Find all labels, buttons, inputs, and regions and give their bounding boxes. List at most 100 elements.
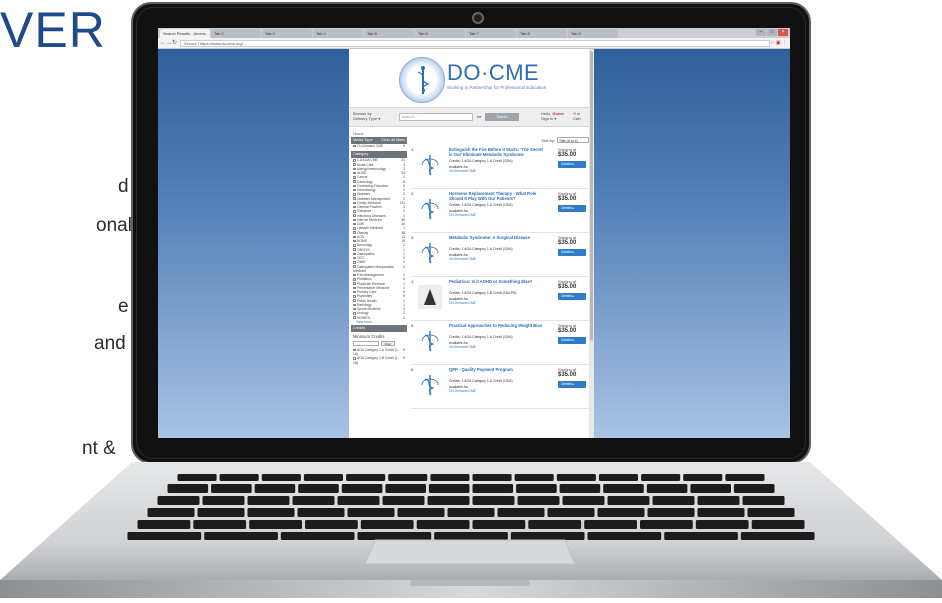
credit-item[interactable]: AOA Category 1-A Credit (1-1A) 5 <box>351 348 407 357</box>
checkbox-icon[interactable] <box>353 248 356 251</box>
breadcrumb[interactable]: Home <box>353 131 364 136</box>
filter-count: 5 <box>403 347 405 352</box>
checkbox-icon[interactable] <box>353 218 356 222</box>
checkbox-icon[interactable] <box>353 252 356 256</box>
result-title-link[interactable]: Pediatrics: Is it ADHD or Something Else… <box>449 279 544 284</box>
checkbox-icon[interactable] <box>353 159 356 162</box>
result-thumbnail-icon[interactable] <box>418 285 442 309</box>
availability-option-link[interactable]: On-Demand CME <box>449 257 476 261</box>
page-scrollbar[interactable] <box>589 49 594 438</box>
close-icon[interactable]: × <box>778 29 788 36</box>
checkbox-icon[interactable] <box>353 163 356 166</box>
browser-tab[interactable]: Tab 7 <box>466 29 516 38</box>
checkbox-icon[interactable] <box>353 171 356 175</box>
checkbox-icon[interactable] <box>353 239 356 243</box>
maximize-icon[interactable]: □ <box>767 29 777 36</box>
sort-select[interactable]: Title (A to Z) <box>557 137 589 143</box>
browser-tab[interactable]: Tab 5 <box>364 29 414 38</box>
checkbox-icon[interactable] <box>353 188 356 192</box>
minimum-credits-input[interactable] <box>353 340 379 346</box>
signin-link[interactable]: Sign in ▾ <box>541 116 556 121</box>
checkbox-icon[interactable] <box>353 144 356 148</box>
details-button[interactable]: Details ▸ <box>558 381 586 388</box>
checkbox-icon[interactable] <box>353 210 356 213</box>
result-title-link[interactable]: Practical Approaches to Reducing Weight … <box>449 323 544 328</box>
checkbox-icon[interactable] <box>353 176 356 179</box>
checkbox-icon[interactable] <box>353 265 356 268</box>
search-button[interactable]: Search <box>485 113 519 121</box>
site-logo[interactable]: DO·CME Working in Partnership for Profes… <box>349 49 594 107</box>
checkbox-icon[interactable] <box>353 295 356 298</box>
checkbox-icon[interactable] <box>353 235 356 239</box>
address-bar: ← → ↻ Secure | https://www.do-cme.org/..… <box>158 38 790 49</box>
minimize-icon[interactable]: – <box>756 29 766 36</box>
availability-option-link[interactable]: On-Demand CME <box>449 169 476 173</box>
checkbox-icon[interactable] <box>353 184 356 188</box>
details-button[interactable]: Details ▸ <box>558 161 586 168</box>
scrollbar-thumb[interactable] <box>590 51 593 341</box>
url-field[interactable]: Secure | https://www.do-cme.org/... <box>180 40 770 47</box>
checkbox-icon[interactable] <box>353 282 356 285</box>
details-button[interactable]: Details ▸ <box>558 249 586 256</box>
cart-link[interactable]: 0 in Cart <box>573 111 581 121</box>
search-input[interactable]: search... <box>399 113 473 121</box>
result-title-link[interactable]: Metabolic Syndrome: A Surgical Disease <box>449 235 544 240</box>
details-button[interactable]: Details ▸ <box>558 337 586 344</box>
checkbox-icon[interactable] <box>353 299 356 302</box>
keyboard-key <box>695 520 749 529</box>
filter-button[interactable]: Filter <box>381 340 395 346</box>
checkbox-icon[interactable] <box>353 312 356 315</box>
media-type-item[interactable]: On-Demand CME 6 <box>351 144 407 148</box>
details-button[interactable]: Details ▸ <box>558 205 586 212</box>
checkbox-icon[interactable] <box>353 193 356 196</box>
checkbox-icon[interactable] <box>353 222 356 226</box>
checkbox-icon[interactable] <box>353 290 356 294</box>
result-title-link[interactable]: Hormone Replacement Therapy - What Role … <box>449 191 544 201</box>
checkbox-icon[interactable] <box>353 214 356 217</box>
result-thumbnail-icon[interactable] <box>418 329 442 353</box>
browser-tab[interactable]: Tab 8 <box>517 29 567 38</box>
checkbox-icon[interactable] <box>353 303 356 307</box>
checkbox-icon[interactable] <box>353 201 356 205</box>
result-title-link[interactable]: Extinguish the Fire Before it Starts: 'T… <box>449 147 544 157</box>
browse-by-menu[interactable]: Browse by Delivery Type ▾ <box>353 111 380 121</box>
checkbox-icon[interactable] <box>353 261 356 264</box>
result-thumbnail-icon[interactable] <box>418 373 442 397</box>
result-title-link[interactable]: QPP - Quality Payment Program <box>449 367 544 372</box>
checkbox-icon[interactable] <box>353 357 356 360</box>
checkbox-icon[interactable] <box>353 197 356 200</box>
account-menu[interactable]: Hello, Guest Sign in ▾ <box>541 111 564 121</box>
reload-icon[interactable]: ↻ <box>172 40 177 47</box>
clear-filters-link[interactable]: Clear all filters <box>381 137 405 144</box>
checkbox-icon[interactable] <box>353 278 356 281</box>
checkbox-icon[interactable] <box>353 231 356 234</box>
checkbox-icon[interactable] <box>353 256 356 260</box>
availability-option-link[interactable]: On-Demand CME <box>449 301 476 305</box>
checkbox-icon[interactable] <box>353 180 356 183</box>
checkbox-icon[interactable] <box>353 273 356 277</box>
checkbox-icon[interactable] <box>353 227 356 230</box>
checkbox-icon[interactable] <box>353 316 356 319</box>
result-thumbnail-icon[interactable] <box>418 197 442 221</box>
availability-option-link[interactable]: On-Demand CME <box>449 389 476 393</box>
browser-tab[interactable]: Tab 4 <box>313 29 363 38</box>
checkbox-icon[interactable] <box>353 307 356 311</box>
result-thumbnail-icon[interactable] <box>418 241 442 265</box>
checkbox-icon[interactable] <box>353 348 356 352</box>
browser-tab[interactable]: Tab 6 <box>415 29 465 38</box>
availability-option-link[interactable]: On-Demand CME <box>449 345 476 349</box>
checkbox-icon[interactable] <box>353 286 356 290</box>
browser-tab[interactable]: Tab 9 <box>568 29 618 38</box>
browser-tab[interactable]: Search Results - Americ... <box>160 29 210 38</box>
credit-item[interactable]: AOA Category 1-B Credit (1-1B) 5 <box>351 356 407 365</box>
availability-option-link[interactable]: On-Demand CME <box>449 213 476 217</box>
checkbox-icon[interactable] <box>353 167 356 171</box>
browser-tab[interactable]: Tab 2 <box>211 29 261 38</box>
browser-tab[interactable]: Tab 3 <box>262 29 312 38</box>
details-button[interactable]: Details ▸ <box>558 293 586 300</box>
category-item[interactable]: Osteopathic Manipulative Medicine 2 <box>351 265 407 274</box>
checkbox-icon[interactable] <box>353 205 356 209</box>
result-thumbnail-icon[interactable] <box>418 153 442 177</box>
extension-icon[interactable]: ☆ ▣ ⋮ <box>770 40 787 47</box>
checkbox-icon[interactable] <box>353 244 356 247</box>
